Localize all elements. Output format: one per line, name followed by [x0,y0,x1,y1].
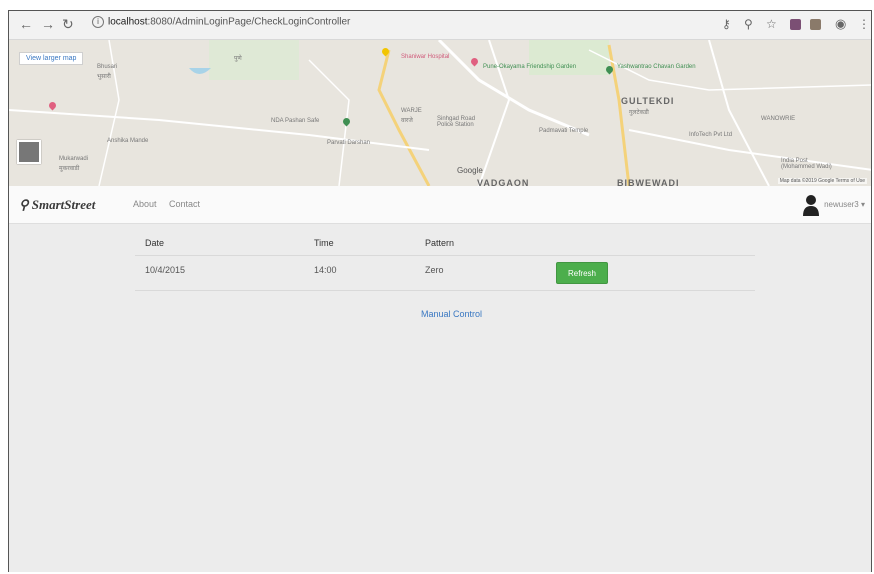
forward-icon[interactable]: → [41,17,55,31]
manual-control-link[interactable]: Manual Control [421,309,482,319]
brand-logo[interactable]: ⚲ SmartStreet [19,197,95,213]
map-label: Parvati Darshan [327,140,371,146]
column-header-date: Date [145,238,165,248]
site-info-icon[interactable]: i [92,16,104,28]
browser-toolbar: ← → ↻ i localhost:8080/AdminLoginPage/Che… [9,11,871,40]
map-label: गुलटेकडी [629,110,649,116]
browser-window: ← → ↻ i localhost:8080/AdminLoginPage/Che… [8,10,872,572]
table-cell-time: 14:00 [314,265,337,275]
map-label: Padmavati Temple [539,128,589,134]
app-navbar: ⚲ SmartStreet About Contact newuser3 ▾ [9,186,871,224]
refresh-button[interactable]: Refresh [556,262,608,284]
star-icon[interactable]: ☆ [766,17,777,31]
map-label: InfoTech Pvt Ltd [689,132,733,138]
table-row-divider [135,290,755,291]
map-label: BIBWEWADI [617,178,680,186]
back-icon[interactable]: ← [19,17,33,31]
zoom-icon[interactable]: ⚲ [744,17,753,31]
map-label: Mukarwadi [59,156,89,162]
address-bar[interactable]: i localhost:8080/AdminLoginPage/CheckLogi… [92,16,350,28]
user-avatar-icon[interactable] [803,194,819,216]
table-cell-pattern: Zero [425,265,444,275]
map-label: Yashwantrao Chavan Garden [617,64,696,70]
extension-icon[interactable] [790,19,801,30]
column-header-time: Time [314,238,334,248]
map-label: WARJE [401,108,422,114]
map-label: Anshika Mande [107,138,149,144]
brand-name: SmartStreet [31,197,96,212]
url-path: :8080/AdminLoginPage/CheckLoginControlle… [147,16,351,28]
map-label: VADGAON [477,178,530,186]
table-cell-date: 10/4/2015 [145,265,186,275]
nav-contact-link[interactable]: Contact [169,199,200,209]
map-label: WANOWRIE [761,116,796,122]
map-label: NDA Pashan Safe [271,118,320,124]
user-menu[interactable]: newuser3 ▾ [824,200,865,209]
map-label: मुकरवाडी [59,166,80,172]
map-label: Bhusari [97,64,118,70]
key-icon[interactable]: ⚷ [722,17,731,31]
view-larger-map-link[interactable]: View larger map [19,52,84,65]
column-header-pattern: Pattern [425,238,455,248]
extension-icon[interactable] [810,19,821,30]
url-host: localhost [108,16,148,28]
map-attribution[interactable]: Map data ©2019 Google Terms of Use [777,178,867,184]
table-header-divider [135,255,755,256]
satellite-toggle[interactable] [17,140,41,164]
map-label: पुणे [234,56,242,62]
map-label: भुसारी [97,74,111,80]
embedded-map[interactable]: View larger map Bhusari भुसारी पुणे Shan… [9,40,871,186]
map-label: Pune-Okayama Friendship Garden [483,64,577,70]
profile-icon[interactable]: ◉ [835,17,846,31]
nav-about-link[interactable]: About [133,199,157,209]
map-label: Sinhgad Road Police Station [437,116,476,128]
menu-icon[interactable]: ⋮ [858,17,870,31]
map-label: India Post (Mohammed Wadi) [781,158,832,170]
google-logo: Google [457,166,483,175]
map-label: GULTEKDI [621,96,675,106]
map-label: Shaniwar Hospital [401,54,450,60]
map-label: वारजे [401,118,413,124]
reload-icon[interactable]: ↻ [62,17,74,31]
main-content: Date Time Pattern 10/4/2015 14:00 Zero R… [9,224,871,572]
map-roads [9,40,871,186]
